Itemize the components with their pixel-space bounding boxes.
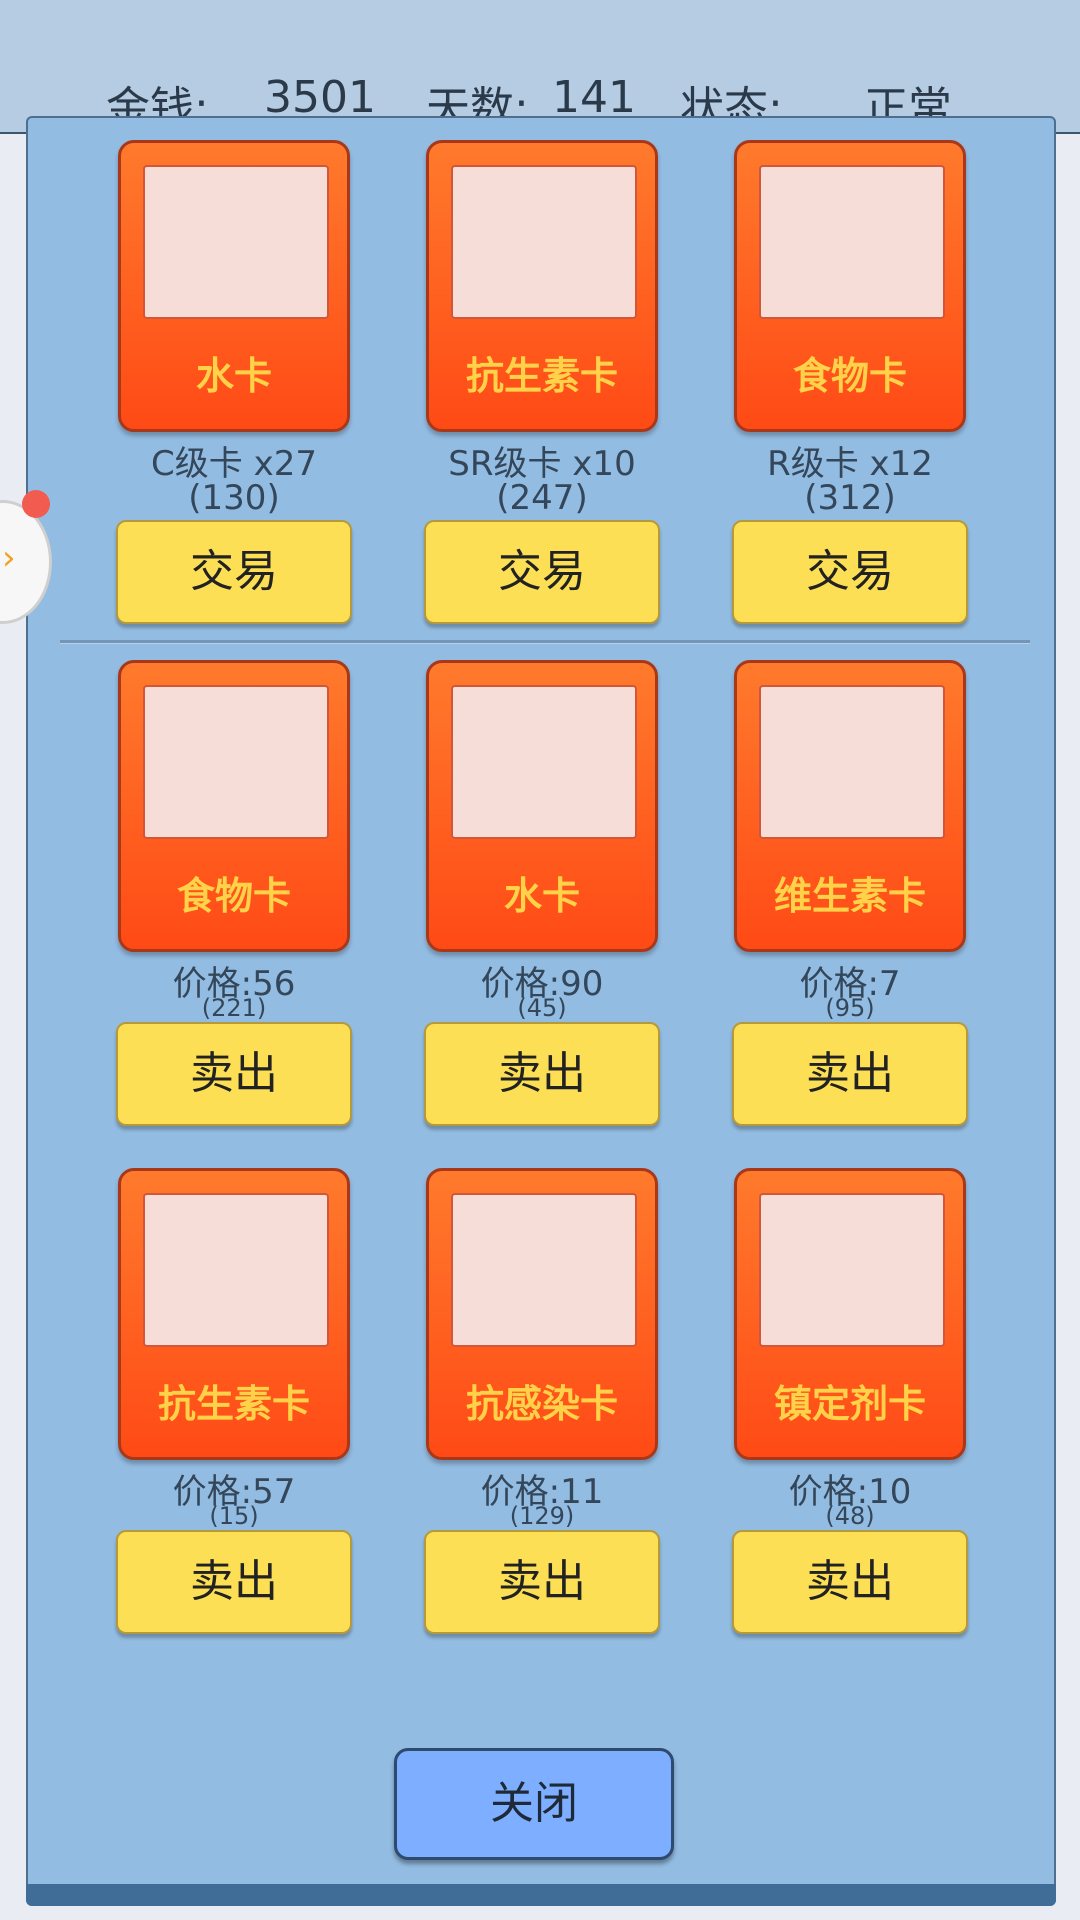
card-name: 食物卡 bbox=[792, 354, 907, 398]
card-name: 食物卡 bbox=[176, 874, 291, 918]
card-art bbox=[451, 685, 637, 839]
card-price: (247) bbox=[496, 478, 588, 518]
card-art bbox=[759, 1193, 945, 1347]
card-price: (312) bbox=[804, 478, 896, 518]
sell-button[interactable]: 卖出 bbox=[116, 1530, 352, 1634]
card-price: (130) bbox=[188, 478, 280, 518]
section-divider bbox=[60, 640, 1030, 644]
card-name: 抗生素卡 bbox=[465, 354, 618, 398]
sell-button[interactable]: 卖出 bbox=[732, 1530, 968, 1634]
card-count: (95) bbox=[825, 994, 875, 1022]
card-name: 维生素卡 bbox=[773, 874, 926, 918]
card-name: 水卡 bbox=[503, 874, 580, 918]
trade-card-antibiotic[interactable]: 抗生素卡 bbox=[426, 140, 658, 432]
trade-button[interactable]: 交易 bbox=[424, 520, 660, 624]
trade-button[interactable]: 交易 bbox=[732, 520, 968, 624]
card-count: (221) bbox=[201, 994, 267, 1022]
card-art bbox=[143, 165, 329, 319]
trade-card-food[interactable]: 食物卡 bbox=[734, 140, 966, 432]
chevron-right-icon: › bbox=[2, 538, 16, 578]
sell-button[interactable]: 卖出 bbox=[424, 1530, 660, 1634]
card-count: (48) bbox=[825, 1502, 875, 1530]
notification-dot bbox=[22, 490, 50, 518]
card-count: (129) bbox=[509, 1502, 575, 1530]
sell-card-anti-infection[interactable]: 抗感染卡 bbox=[426, 1168, 658, 1460]
panel-footer-bar bbox=[26, 1884, 1056, 1906]
card-count: (15) bbox=[209, 1502, 259, 1530]
sell-card-sedative[interactable]: 镇定剂卡 bbox=[734, 1168, 966, 1460]
sell-card-vitamin[interactable]: 维生素卡 bbox=[734, 660, 966, 952]
card-art bbox=[143, 1193, 329, 1347]
card-name: 抗感染卡 bbox=[465, 1382, 618, 1426]
sell-card-food[interactable]: 食物卡 bbox=[118, 660, 350, 952]
status-bar: 金钱: 3501 天数: 141 状态: 正常 bbox=[0, 0, 1080, 134]
close-button[interactable]: 关闭 bbox=[394, 1748, 674, 1860]
card-name: 水卡 bbox=[195, 354, 272, 398]
trade-card-water[interactable]: 水卡 bbox=[118, 140, 350, 432]
trade-button[interactable]: 交易 bbox=[116, 520, 352, 624]
sell-card-water[interactable]: 水卡 bbox=[426, 660, 658, 952]
card-art bbox=[451, 165, 637, 319]
sell-button[interactable]: 卖出 bbox=[732, 1022, 968, 1126]
sell-card-antibiotic[interactable]: 抗生素卡 bbox=[118, 1168, 350, 1460]
card-name: 抗生素卡 bbox=[157, 1382, 310, 1426]
card-name: 镇定剂卡 bbox=[773, 1382, 926, 1426]
card-art bbox=[451, 1193, 637, 1347]
card-art bbox=[759, 165, 945, 319]
card-art bbox=[143, 685, 329, 839]
card-count: (45) bbox=[517, 994, 567, 1022]
sell-button[interactable]: 卖出 bbox=[424, 1022, 660, 1126]
sell-button[interactable]: 卖出 bbox=[116, 1022, 352, 1126]
card-art bbox=[759, 685, 945, 839]
